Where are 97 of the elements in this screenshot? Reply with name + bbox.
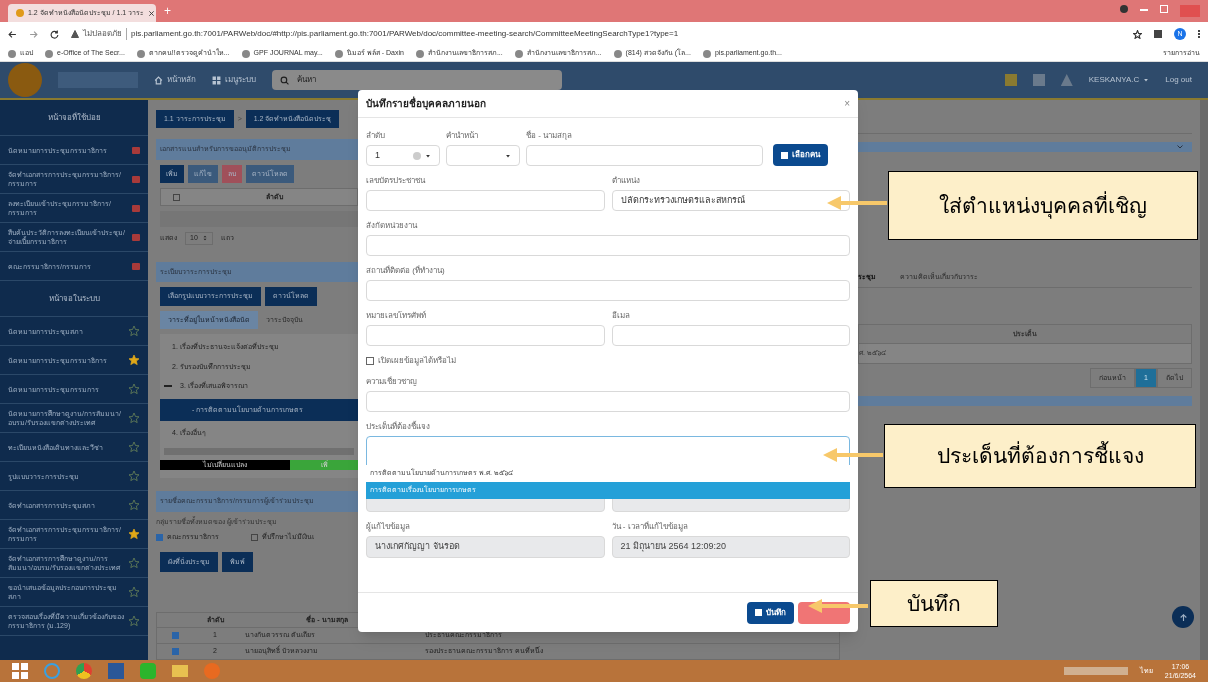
star-icon[interactable] bbox=[128, 441, 140, 453]
house-icon bbox=[154, 75, 163, 85]
site-icon bbox=[45, 49, 53, 58]
record-icon bbox=[1120, 5, 1128, 13]
warning-icon[interactable] bbox=[1060, 74, 1073, 86]
field-label: สถานที่ติดต่อ (ที่ทำงาน) bbox=[366, 265, 446, 277]
site-icon bbox=[136, 49, 145, 58]
security-label: ไม่ปลอดภัย bbox=[83, 28, 127, 40]
star-icon[interactable] bbox=[128, 470, 140, 482]
input-field[interactable] bbox=[366, 280, 850, 301]
user-menu[interactable]: KESKANYA.C bbox=[1088, 74, 1150, 86]
arrow bbox=[822, 448, 884, 462]
site-icon bbox=[702, 49, 711, 58]
field-label: ประเด็นที่ต้องชี้แจง bbox=[366, 421, 431, 433]
field-label: ผู้แก้ไขข้อมูล bbox=[366, 521, 411, 533]
site-icon bbox=[613, 49, 622, 58]
forward-arrow-icon[interactable] bbox=[29, 29, 38, 39]
checkbox-label: เปิดเผยข้อมูลได้หรือไม่ bbox=[378, 355, 456, 367]
clear-icon[interactable] bbox=[413, 151, 421, 160]
site-icon bbox=[334, 49, 343, 58]
input-field[interactable] bbox=[611, 325, 850, 346]
star-icon[interactable] bbox=[128, 499, 140, 511]
search-field[interactable]: ค้นหา bbox=[272, 70, 562, 90]
sidebar-heading: หน้าจอในระบบ bbox=[0, 281, 148, 317]
logout-link[interactable]: Log out bbox=[1165, 74, 1192, 86]
maximize-icon[interactable] bbox=[1160, 5, 1168, 13]
scrollbar[interactable] bbox=[1200, 100, 1208, 660]
field-label: อีเมล bbox=[611, 310, 631, 322]
site-icon bbox=[415, 49, 424, 58]
input-field[interactable] bbox=[366, 325, 605, 346]
warning-icon bbox=[71, 30, 79, 38]
pick-person-button[interactable]: เลือกคน bbox=[773, 144, 828, 166]
save-button[interactable]: บันทึก bbox=[747, 601, 794, 624]
input-field[interactable] bbox=[366, 235, 850, 256]
dialog-title: บันทึกรายชื่อบุคคลภายนอก bbox=[366, 96, 486, 111]
sidebar-heading: หน้าจอที่ใช้บ่อย bbox=[0, 100, 148, 136]
caret-icon bbox=[1143, 77, 1150, 83]
star-icon[interactable] bbox=[128, 354, 140, 366]
close-icon[interactable] bbox=[148, 9, 156, 17]
order-select[interactable]: 1 bbox=[366, 145, 440, 166]
field-label: วัน - เวลาที่แก้ไขข้อมูล bbox=[611, 521, 689, 533]
arrow bbox=[826, 196, 888, 210]
callout: ประเด็นที่ต้องการชี้แจง bbox=[884, 424, 1196, 488]
field-label: สังกัดหน่วยงาน bbox=[366, 220, 419, 232]
input-field[interactable] bbox=[526, 145, 763, 166]
back-arrow-icon[interactable] bbox=[8, 29, 17, 39]
checkbox[interactable] bbox=[156, 533, 163, 541]
site-icon bbox=[241, 49, 250, 58]
up-arrow-icon bbox=[1178, 612, 1188, 622]
input-field[interactable] bbox=[366, 391, 850, 412]
checkbox[interactable] bbox=[171, 632, 179, 639]
site-icon bbox=[514, 49, 523, 58]
star-icon[interactable] bbox=[128, 615, 140, 627]
field-label: คำนำหน้า bbox=[446, 130, 479, 142]
checkbox[interactable] bbox=[173, 193, 180, 201]
scroll-to-top-button[interactable] bbox=[1172, 606, 1194, 628]
field-label: ความเชี่ยวชาญ bbox=[366, 376, 418, 388]
reload-icon[interactable] bbox=[50, 29, 59, 39]
search-icon bbox=[280, 75, 289, 85]
url-text: pis.parliament.go.th:7001/PARWeb/doc/#http://pis.parliament.go.th:7001/PARWeb/doc/committee-meeting-search/CommitteeMeetingSearchType1?type=1 bbox=[131, 28, 679, 40]
caret-icon bbox=[425, 152, 431, 159]
collapse-icon[interactable] bbox=[164, 385, 172, 388]
star-icon[interactable] bbox=[128, 325, 140, 337]
checkbox[interactable] bbox=[366, 357, 374, 365]
grid-icon bbox=[212, 75, 221, 85]
caret-icon bbox=[505, 152, 511, 159]
star-icon[interactable] bbox=[128, 528, 140, 540]
star-icon[interactable] bbox=[128, 383, 140, 395]
menu-link[interactable]: เมนูระบบ bbox=[212, 74, 256, 86]
input-field[interactable]: 21 มิถุนายน 2564 12:09:20 bbox=[611, 536, 850, 558]
star-icon[interactable] bbox=[128, 557, 140, 569]
input-field[interactable] bbox=[366, 190, 605, 211]
star-icon[interactable] bbox=[1133, 29, 1142, 39]
address-bar[interactable]: ไม่ปลอดภัย pis.parliament.go.th:7001/PARWeb/doc/#http://pis.parliament.go.th:7001/PARWeb/doc/committee-meeting-search/CommitteeMeetingSearchType1?type=1 bbox=[71, 28, 1121, 40]
input-field[interactable]: นางเกศกัญญา จันรอด bbox=[366, 536, 605, 558]
callout: ใส่ตำแหน่งบุคคลที่เชิญ bbox=[888, 171, 1198, 240]
checkbox[interactable] bbox=[171, 648, 179, 655]
up-down-caret-icon bbox=[201, 235, 208, 242]
home-link[interactable]: หน้าหลัก bbox=[154, 74, 196, 86]
field-label: เลขบัตรประชาชน bbox=[366, 175, 427, 187]
site-icon bbox=[8, 49, 16, 58]
input-field[interactable]: ปลัดกระทรวงเกษตรและสหกรณ์ bbox=[611, 190, 850, 211]
field-label: ลำดับ bbox=[366, 130, 386, 142]
field-label: หมายเลขโทรศัพท์ bbox=[366, 310, 427, 322]
star-icon[interactable] bbox=[128, 412, 140, 424]
logo-icon bbox=[8, 63, 42, 97]
star-icon[interactable] bbox=[128, 586, 140, 598]
windows-logo-icon[interactable] bbox=[12, 663, 28, 679]
checkbox[interactable] bbox=[251, 533, 258, 541]
callout: บันทึก bbox=[870, 580, 998, 627]
field-label: ชื่อ - นามสกุล bbox=[526, 130, 574, 142]
close-button[interactable]: × bbox=[844, 96, 850, 111]
site-icon bbox=[16, 9, 24, 17]
arrow bbox=[806, 599, 870, 613]
chevron-icon[interactable] bbox=[1176, 143, 1184, 151]
prefix-select[interactable] bbox=[446, 145, 520, 166]
field-label: ตำแหน่ง bbox=[611, 175, 641, 187]
